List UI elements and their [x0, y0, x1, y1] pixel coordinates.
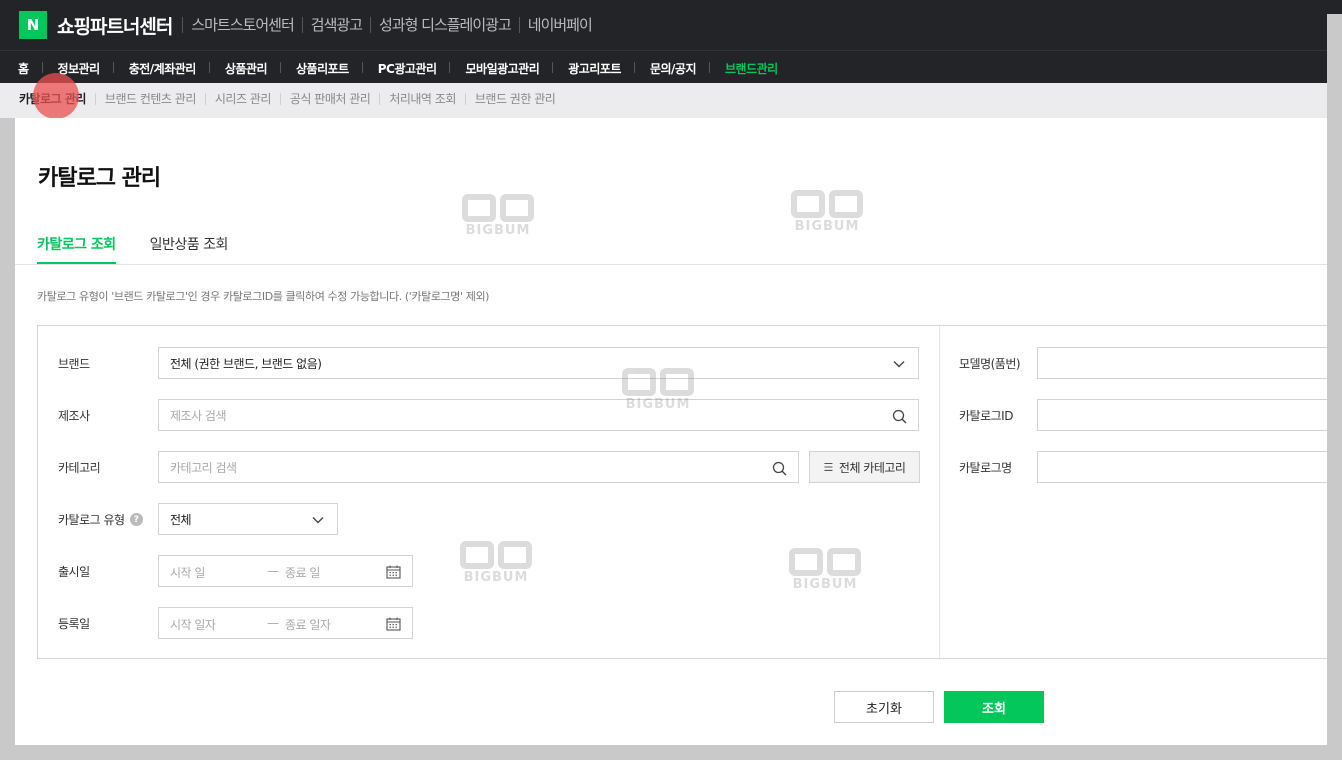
sub-official-seller[interactable]: 공식 판매처 관리 [279, 93, 379, 105]
chevron-down-icon [310, 512, 326, 528]
maker-search-input[interactable]: 제조사 검색 [158, 399, 919, 431]
maker-placeholder: 제조사 검색 [170, 408, 227, 423]
all-category-button[interactable]: ☰ 전체 카테고리 [809, 451, 920, 483]
catalog-type-select[interactable]: 전체 [158, 503, 338, 535]
watermark-logo: BIGBUM [456, 541, 536, 591]
category-placeholder: 카테고리 검색 [170, 460, 237, 475]
model-input[interactable] [1037, 347, 1328, 379]
brand-select[interactable]: 전체 (권한 브랜드, 브랜드 없음) [158, 347, 919, 379]
watermark-logo: BIGBUM [618, 368, 698, 418]
catalog-id-label: 카탈로그ID [959, 409, 1013, 423]
register-date-label: 등록일 [58, 617, 90, 631]
search-icon[interactable] [891, 408, 907, 424]
filter-divider [939, 326, 940, 658]
tab-divider [15, 264, 1327, 265]
menu-product-report[interactable]: 상품리포트 [296, 60, 363, 77]
top-header: N 쇼핑파트너센터 스마트스토어센터 검색광고 성과형 디스플레이광고 네이버페… [0, 0, 1342, 50]
watermark-logo: BIGBUM [787, 190, 867, 240]
menu-inquiry[interactable]: 문의/공지 [650, 60, 711, 77]
top-link-search-ad[interactable]: 검색광고 [301, 17, 370, 33]
menu-brand[interactable]: 브랜드관리 [725, 60, 792, 77]
release-start-placeholder[interactable]: 시작 일 [170, 564, 205, 581]
sub-brand-content[interactable]: 브랜드 컨텐츠 관리 [94, 93, 205, 105]
sub-series[interactable]: 시리즈 관리 [204, 93, 280, 105]
release-end-placeholder[interactable]: 종료 일 [285, 564, 320, 581]
page-title: 카탈로그 관리 [38, 166, 161, 191]
top-link-naverpay[interactable]: 네이버페이 [518, 17, 600, 33]
menu-home[interactable]: 홈 [18, 60, 43, 77]
date-separator: — [267, 616, 279, 630]
sub-brand-permission[interactable]: 브랜드 권한 관리 [464, 93, 564, 105]
catalog-name-input[interactable] [1037, 451, 1328, 483]
register-end-placeholder[interactable]: 종료 일자 [285, 616, 331, 633]
category-label: 카테고리 [58, 461, 101, 475]
overlay-edge [1327, 14, 1342, 760]
main-panel: 카탈로그 관리 BIGBUM BIGBUM 카탈로그 조회 일반상품 조회 카탈… [15, 118, 1328, 745]
register-date-range[interactable]: 시작 일자 — 종료 일자 [158, 607, 413, 639]
menu-products[interactable]: 상품관리 [225, 60, 282, 77]
catalog-type-label: 카탈로그 유형 ? [58, 511, 143, 528]
brand-select-value: 전체 (권한 브랜드, 브랜드 없음) [170, 356, 322, 371]
release-date-label: 출시일 [58, 565, 90, 579]
watermark-logo: BIGBUM [458, 194, 538, 244]
list-icon: ☰ [823, 460, 834, 474]
brand-label: 브랜드 [58, 357, 90, 371]
register-start-placeholder[interactable]: 시작 일자 [170, 616, 216, 633]
maker-label: 제조사 [58, 409, 90, 423]
search-button[interactable]: 조회 [944, 691, 1044, 723]
main-menu: 홈 정보관리 충전/계좌관리 상품관리 상품리포트 PC광고관리 모바일광고관리… [0, 50, 1342, 83]
top-link-smartstore[interactable]: 스마트스토어센터 [182, 17, 301, 33]
sub-menu: 카탈로그 관리 브랜드 컨텐츠 관리 시리즈 관리 공식 판매처 관리 처리내역… [0, 83, 1342, 118]
calendar-icon[interactable] [385, 564, 401, 580]
date-separator: — [267, 564, 279, 578]
catalog-type-value: 전체 [170, 512, 192, 527]
tab-catalog-search[interactable]: 카탈로그 조회 [37, 234, 116, 264]
search-icon[interactable] [771, 460, 787, 476]
release-date-range[interactable]: 시작 일 — 종료 일 [158, 555, 413, 587]
tab-general-product-search[interactable]: 일반상품 조회 [150, 234, 229, 264]
menu-mobile-ad[interactable]: 모바일광고관리 [465, 60, 554, 77]
category-search-input[interactable]: 카테고리 검색 [158, 451, 799, 483]
menu-ad-report[interactable]: 광고리포트 [568, 60, 635, 77]
click-indicator [33, 73, 79, 119]
reset-button[interactable]: 초기화 [834, 691, 934, 723]
tabs: 카탈로그 조회 일반상품 조회 [37, 234, 262, 264]
calendar-icon[interactable] [385, 616, 401, 632]
catalog-id-input[interactable] [1037, 399, 1328, 431]
help-icon[interactable]: ? [129, 513, 143, 526]
filter-box: 브랜드 전체 (권한 브랜드, 브랜드 없음) 제조사 제조사 검색 카테고리 … [37, 325, 1328, 659]
model-label: 모델명(품번) [959, 357, 1021, 371]
top-links: 스마트스토어센터 검색광고 성과형 디스플레이광고 네이버페이 [182, 17, 599, 33]
notice-text: 카탈로그 유형이 '브랜드 카탈로그'인 경우 카탈로그ID를 클릭하여 수정 … [37, 290, 490, 303]
naver-logo-icon[interactable]: N [19, 11, 47, 39]
catalog-type-label-text: 카탈로그 유형 [58, 513, 125, 527]
top-link-display-ad[interactable]: 성과형 디스플레이광고 [369, 17, 519, 33]
service-title[interactable]: 쇼핑파트너센터 [57, 12, 173, 39]
catalog-name-label: 카탈로그명 [959, 461, 1012, 475]
sub-history[interactable]: 처리내역 조회 [379, 93, 465, 105]
chevron-down-icon [891, 356, 907, 372]
watermark-logo: BIGBUM [785, 548, 865, 598]
all-category-label: 전체 카테고리 [838, 460, 906, 475]
menu-charge[interactable]: 충전/계좌관리 [129, 60, 210, 77]
menu-pc-ad[interactable]: PC광고관리 [378, 60, 451, 77]
